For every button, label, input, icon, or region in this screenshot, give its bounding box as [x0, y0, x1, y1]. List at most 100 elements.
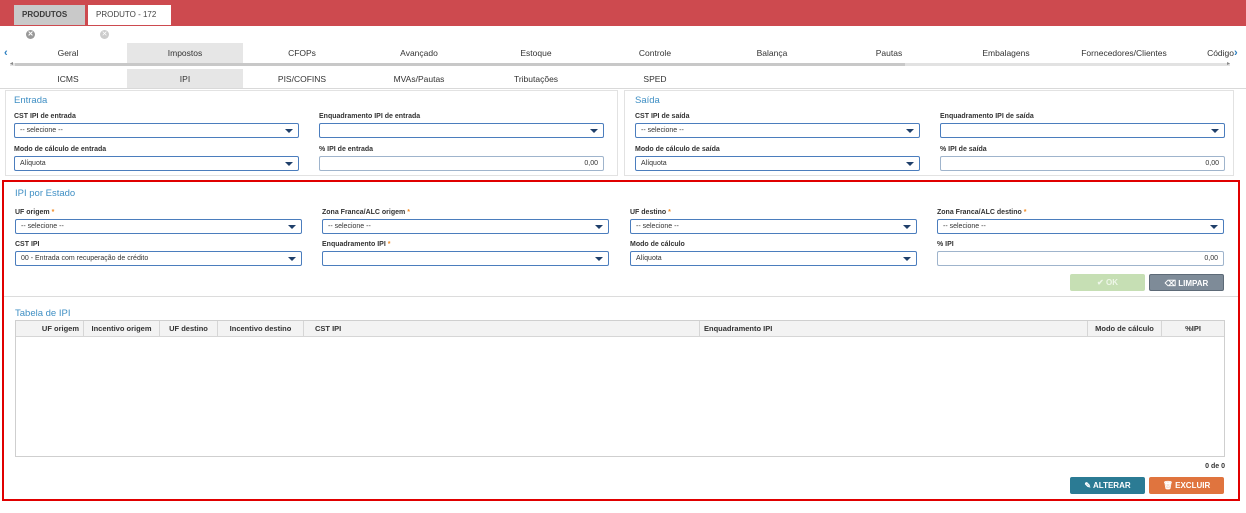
- subtab-icms[interactable]: ICMS: [10, 69, 126, 89]
- subtab-tributacoes[interactable]: Tributações: [478, 69, 594, 89]
- tab-embalagens[interactable]: Embalagens: [948, 43, 1064, 63]
- cst-saida-label: CST IPI de saída: [635, 113, 690, 120]
- subtab-sped[interactable]: SPED: [597, 69, 713, 89]
- chevron-down-icon: [906, 129, 914, 133]
- pct-entrada-label: % IPI de entrada: [319, 146, 374, 153]
- modo-entrada-select[interactable]: Alíquota: [14, 156, 299, 171]
- chevron-right-icon[interactable]: ›: [1234, 43, 1238, 63]
- cst-saida-select[interactable]: -- selecione --: [635, 123, 920, 138]
- zf-destino-label: Zona Franca/ALC destino *: [937, 209, 1027, 216]
- enq-ipi-select[interactable]: [322, 251, 609, 266]
- tab-label: PRODUTOS: [22, 10, 68, 19]
- select-value: -- selecione --: [641, 127, 684, 134]
- subtab-mvas-pautas[interactable]: MVAs/Pautas: [361, 69, 477, 89]
- chevron-down-icon: [903, 257, 911, 261]
- tab-cfops[interactable]: CFOPs: [244, 43, 360, 63]
- tabs-scrollbar[interactable]: ◂ ▸: [10, 60, 1230, 67]
- divider: [0, 88, 1246, 89]
- alterar-button[interactable]: ✎ ALTERAR: [1070, 477, 1145, 494]
- pct-saida-input[interactable]: 0,00: [940, 156, 1225, 171]
- subtab-pis-cofins[interactable]: PIS/COFINS: [244, 69, 360, 89]
- chevron-down-icon: [288, 225, 296, 229]
- cst-entrada-select[interactable]: -- selecione --: [14, 123, 299, 138]
- uf-origem-label: UF origem *: [15, 209, 55, 216]
- excluir-button[interactable]: 🗑 EXCLUIR: [1149, 477, 1224, 494]
- tab-produto-172[interactable]: PRODUTO - 172 ✕: [88, 5, 171, 40]
- uf-destino-select[interactable]: -- selecione --: [630, 219, 917, 234]
- tab-estoque[interactable]: Estoque: [478, 43, 594, 63]
- tab-geral[interactable]: Geral: [10, 43, 126, 63]
- uf-origem-select[interactable]: -- selecione --: [15, 219, 302, 234]
- tab-avancado[interactable]: Avançado: [361, 43, 477, 63]
- modo-calculo-select[interactable]: Alíquota: [630, 251, 917, 266]
- zf-origem-label: Zona Franca/ALC origem *: [322, 209, 410, 216]
- cst-entrada-label: CST IPI de entrada: [14, 113, 76, 120]
- select-value: -- selecione --: [20, 127, 63, 134]
- modo-saida-select[interactable]: Alíquota: [635, 156, 920, 171]
- chevron-down-icon: [906, 162, 914, 166]
- chevron-down-icon: [288, 257, 296, 261]
- select-value: 00 - Entrada com recuperação de crédito: [21, 255, 149, 262]
- chevron-down-icon: [1210, 225, 1218, 229]
- subtab-ipi[interactable]: IPI: [127, 69, 243, 89]
- chevron-down-icon: [590, 129, 598, 133]
- col-cst-ipi[interactable]: CST IPI: [304, 321, 700, 337]
- tabela-title: Tabela de IPI: [15, 308, 71, 319]
- enq-saida-label: Enquadramento IPI de saída: [940, 113, 1034, 120]
- record-count: 0 de 0: [1205, 463, 1225, 470]
- enq-saida-select[interactable]: [940, 123, 1225, 138]
- chevron-left-icon[interactable]: ‹: [4, 43, 8, 63]
- entrada-title: Entrada: [14, 95, 48, 106]
- pencil-icon: ✎: [1084, 481, 1092, 490]
- chevron-down-icon: [595, 225, 603, 229]
- zf-origem-select[interactable]: -- selecione --: [322, 219, 609, 234]
- close-icon[interactable]: ✕: [100, 30, 109, 40]
- modo-calculo-label: Modo de cálculo: [630, 241, 685, 248]
- cst-ipi-select[interactable]: 00 - Entrada com recuperação de crédito: [15, 251, 302, 266]
- chevron-down-icon: [595, 257, 603, 261]
- tab-label: PRODUTO - 172: [96, 10, 157, 19]
- pct-ipi-input[interactable]: 0,00: [937, 251, 1224, 266]
- col-uf-destino[interactable]: UF destino: [160, 321, 218, 337]
- col-modo-calculo[interactable]: Modo de cálculo: [1088, 321, 1162, 337]
- eraser-icon: ⌫: [1164, 279, 1176, 288]
- tab-pautas[interactable]: Pautas: [831, 43, 947, 63]
- button-label: ALTERAR: [1093, 481, 1131, 490]
- zf-destino-select[interactable]: -- selecione --: [937, 219, 1224, 234]
- trash-icon: 🗑: [1162, 481, 1173, 490]
- scroll-left-icon[interactable]: ◂: [10, 60, 13, 67]
- tab-controle[interactable]: Controle: [597, 43, 713, 63]
- enq-entrada-select[interactable]: [319, 123, 604, 138]
- chevron-down-icon: [903, 225, 911, 229]
- modo-saida-label: Modo de cálculo de saída: [635, 146, 720, 153]
- chevron-down-icon: [285, 129, 293, 133]
- ok-button[interactable]: ✔ OK: [1070, 274, 1145, 291]
- cst-ipi-label: CST IPI: [15, 241, 40, 248]
- col-uf-origem[interactable]: UF origem: [16, 321, 84, 337]
- modo-entrada-label: Modo de cálculo de entrada: [14, 146, 107, 153]
- col-incentivo-origem[interactable]: Incentivo origem: [84, 321, 160, 337]
- section-divider: [4, 296, 1238, 297]
- tab-impostos[interactable]: Impostos: [127, 43, 243, 63]
- chevron-down-icon: [1211, 129, 1219, 133]
- check-icon: ✔: [1097, 278, 1104, 287]
- limpar-button[interactable]: ⌫ LIMPAR: [1149, 274, 1224, 291]
- uf-destino-label: UF destino *: [630, 209, 671, 216]
- col-incentivo-destino[interactable]: Incentivo destino: [218, 321, 304, 337]
- button-label: LIMPAR: [1178, 279, 1209, 288]
- col-enquadramento-ipi[interactable]: Enquadramento IPI: [700, 321, 1088, 337]
- select-value: -- selecione --: [328, 223, 371, 230]
- tab-fornecedores-clientes[interactable]: Fornecedores/Clientes: [1066, 43, 1182, 63]
- select-value: Alíquota: [641, 160, 667, 167]
- col-pct-ipi[interactable]: %IPI: [1162, 321, 1224, 337]
- main-tabs: ‹ Geral Impostos CFOPs Avançado Estoque …: [0, 43, 1246, 63]
- select-value: Alíquota: [20, 160, 46, 167]
- tab-balanca[interactable]: Balança: [714, 43, 830, 63]
- table-header: UF origem Incentivo origem UF destino In…: [16, 321, 1224, 337]
- pct-entrada-input[interactable]: 0,00: [319, 156, 604, 171]
- scroll-right-icon[interactable]: ▸: [1227, 60, 1230, 67]
- scrollbar-thumb[interactable]: [15, 63, 905, 66]
- enq-ipi-label: Enquadramento IPI *: [322, 241, 391, 248]
- tab-produtos[interactable]: PRODUTOS ✕: [14, 5, 85, 40]
- close-icon[interactable]: ✕: [26, 30, 35, 40]
